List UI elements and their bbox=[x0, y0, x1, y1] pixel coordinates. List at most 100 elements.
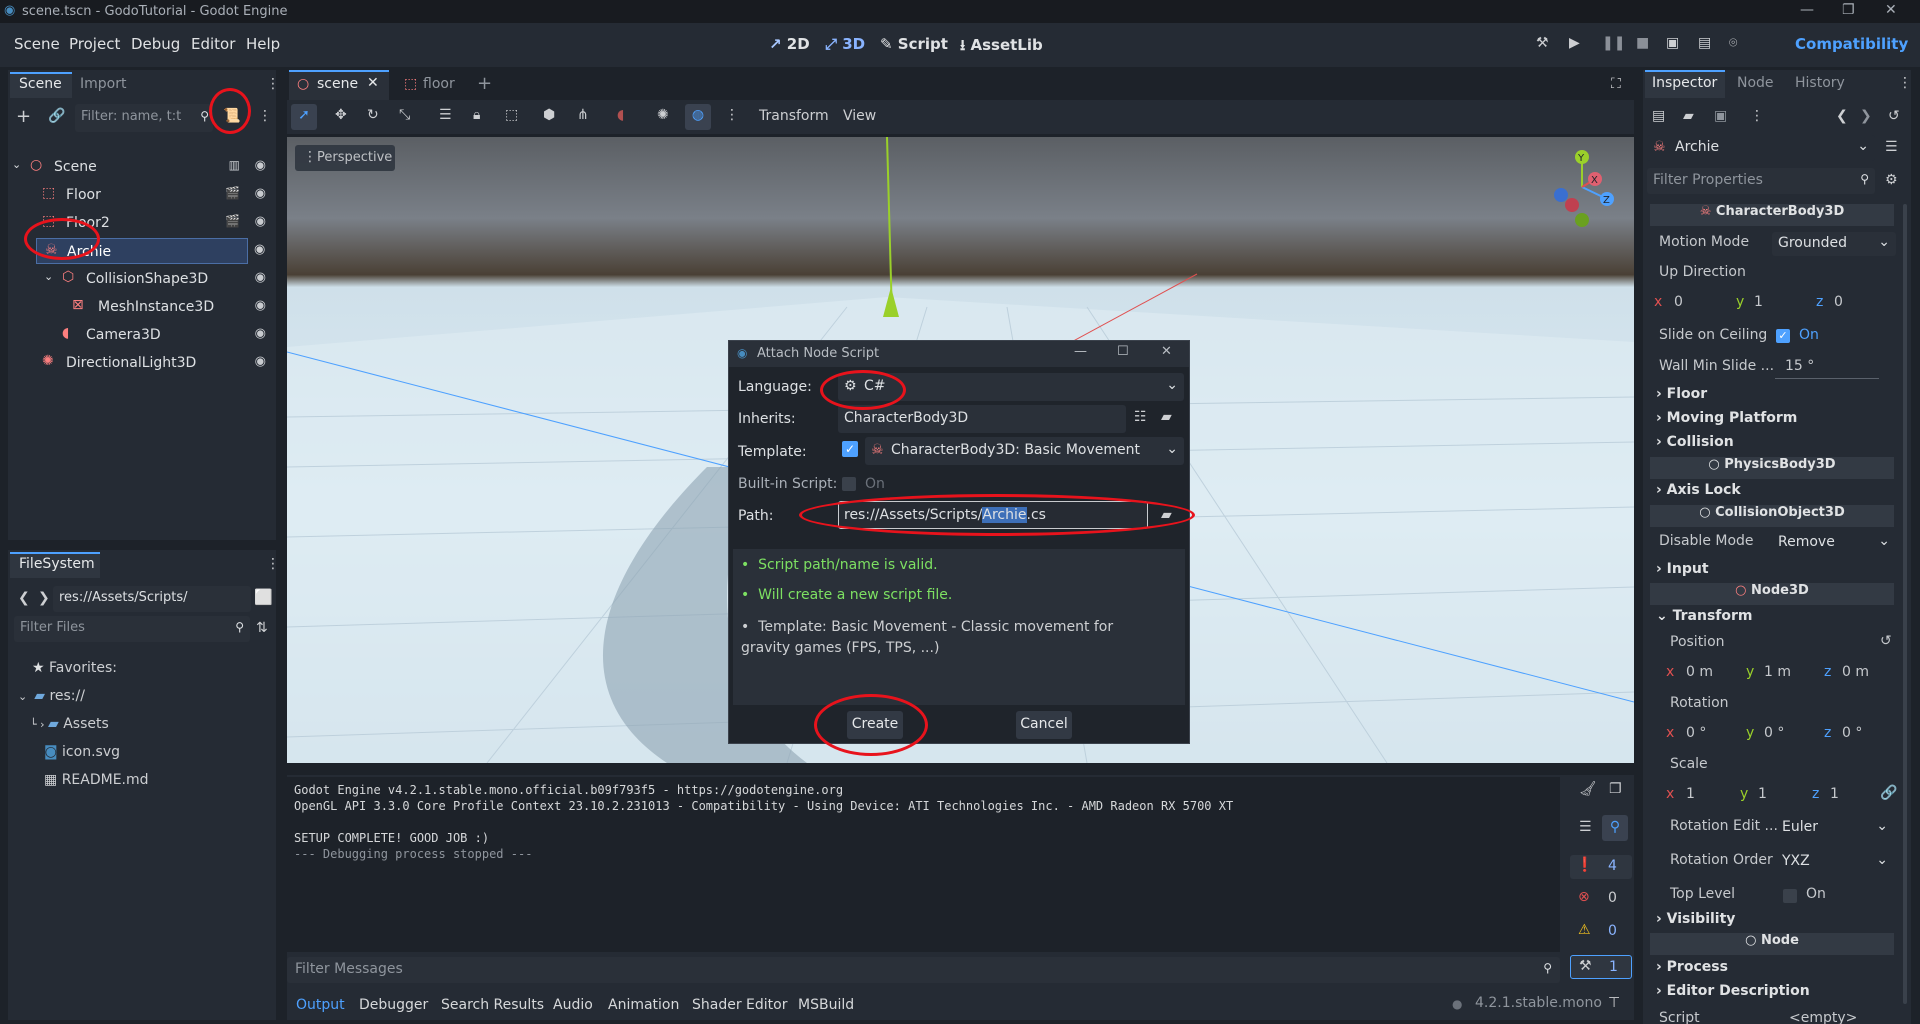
mode-script-button[interactable]: ✎ Script bbox=[880, 35, 948, 53]
minimize-icon[interactable]: — bbox=[1800, 2, 1814, 18]
play-custom-scene-icon[interactable]: ▤ bbox=[1698, 35, 1711, 51]
script-field[interactable]: <empty> bbox=[1789, 1010, 1857, 1024]
template-select[interactable]: ☠ CharacterBody3D: Basic Movement ⌄ bbox=[865, 437, 1184, 465]
visibility-eye-icon[interactable]: ◉ bbox=[255, 214, 266, 229]
other-count-badge[interactable]: ⚒ 1 bbox=[1570, 955, 1632, 979]
visibility-eye-icon[interactable]: ◉ bbox=[255, 158, 266, 173]
dock-menu-icon[interactable]: ⋮ bbox=[266, 556, 280, 572]
inspector-scrollbar[interactable] bbox=[1903, 204, 1907, 1004]
group-collision[interactable]: › Collision bbox=[1656, 434, 1734, 450]
snap-icon[interactable]: ⋔ bbox=[577, 107, 589, 123]
resource-menu-icon[interactable]: ⋮ bbox=[1750, 108, 1764, 124]
menu-editor[interactable]: Editor bbox=[191, 35, 235, 53]
renderer-select[interactable]: Compatibility bbox=[1795, 35, 1908, 53]
top-level-checkbox[interactable] bbox=[1783, 889, 1797, 903]
group-axis-lock[interactable]: › Axis Lock bbox=[1656, 482, 1741, 498]
tree-row-collisionshape3d[interactable]: ⌄ ⬡ CollisionShape3D ◉ bbox=[12, 266, 274, 292]
open-resource-icon[interactable]: ▰ bbox=[1683, 108, 1694, 124]
dock-menu-icon[interactable]: ⋮ bbox=[1898, 75, 1912, 91]
bottom-tab-shader-editor[interactable]: Shader Editor bbox=[692, 997, 787, 1013]
inspector-settings-icon[interactable]: ⚙ bbox=[1885, 172, 1898, 188]
visibility-eye-icon[interactable]: ◉ bbox=[254, 242, 265, 257]
group-process[interactable]: › Process bbox=[1656, 959, 1728, 975]
toolbar-more-icon[interactable]: ⋮ bbox=[725, 107, 739, 123]
toggle-grouping-icon[interactable]: ☰ bbox=[1579, 819, 1592, 835]
history-icon[interactable]: ↺ bbox=[1888, 108, 1900, 124]
error-count-badge[interactable]: ⊗ 0 bbox=[1570, 887, 1632, 911]
mode-2d-button[interactable]: ↗ 2D bbox=[769, 35, 810, 53]
filter-files-input[interactable]: Filter Files ⚲ bbox=[14, 616, 250, 642]
transform-menu[interactable]: Transform bbox=[759, 108, 829, 124]
history-back-icon[interactable]: ❮ bbox=[1836, 108, 1848, 124]
play-icon[interactable]: ▶ bbox=[1569, 35, 1580, 51]
history-forward-icon[interactable]: ❯ bbox=[1860, 108, 1872, 124]
group-visibility[interactable]: › Visibility bbox=[1656, 911, 1735, 927]
new-tab-icon[interactable]: + bbox=[477, 73, 492, 94]
tree-row-directionallight3d[interactable]: ✺ DirectionalLight3D ◉ bbox=[12, 350, 274, 376]
stop-icon[interactable]: ■ bbox=[1636, 35, 1649, 51]
readme-row[interactable]: ▦ README.md bbox=[44, 772, 149, 788]
list-select-icon[interactable]: ☰ bbox=[439, 107, 452, 123]
visibility-eye-icon[interactable]: ◉ bbox=[255, 186, 266, 201]
rotation-order-select[interactable]: YXZ ⌄ bbox=[1776, 850, 1894, 874]
local-space-icon[interactable]: ⬢ bbox=[543, 107, 555, 123]
section-physicsbody3d[interactable]: ○ PhysicsBody3D bbox=[1650, 457, 1894, 479]
group-editor-description[interactable]: › Editor Description bbox=[1656, 983, 1810, 999]
filesystem-path-input[interactable]: res://Assets/Scripts/ bbox=[53, 586, 251, 612]
icon-svg-row[interactable]: ◙ icon.svg bbox=[44, 744, 120, 760]
tree-row-scene[interactable]: ⌄ ○ Scene ▥ ◉ bbox=[12, 154, 274, 180]
group-floor[interactable]: › Floor bbox=[1656, 386, 1707, 402]
tab-scene[interactable]: Scene bbox=[19, 76, 62, 92]
visibility-eye-icon[interactable]: ◉ bbox=[255, 354, 266, 369]
object-props-icon[interactable]: ☰ bbox=[1885, 139, 1898, 155]
position-values[interactable]: x0 m y1 m z0 m bbox=[1666, 662, 1908, 686]
bottom-panel-toggle-icon[interactable]: ⊤ bbox=[1608, 995, 1620, 1011]
menu-debug[interactable]: Debug bbox=[131, 35, 180, 53]
template-checkbox[interactable]: ✓ bbox=[842, 441, 858, 457]
script-attached-icon[interactable]: ▥ bbox=[229, 158, 240, 172]
view-gizmo-icon[interactable]: Y X Z bbox=[1547, 147, 1617, 227]
new-resource-icon[interactable]: ▤ bbox=[1652, 108, 1665, 124]
editor-tab-scene[interactable]: scene bbox=[317, 76, 358, 92]
scene-filter-input[interactable]: Filter: name, t:t ⚲ bbox=[75, 104, 213, 132]
fullscreen-icon[interactable]: ⛶ bbox=[1611, 76, 1621, 92]
bottom-tab-msbuild[interactable]: MSBuild bbox=[798, 997, 854, 1013]
dock-menu-icon[interactable]: ⋮ bbox=[266, 76, 280, 92]
view-menu[interactable]: View bbox=[843, 108, 876, 124]
renderer-chevron-icon[interactable]: ⌄ bbox=[1897, 35, 1909, 51]
bottom-tab-output[interactable]: Output bbox=[296, 997, 345, 1013]
assets-folder-row[interactable]: └ › ▰ Assets bbox=[30, 716, 109, 732]
favorites-row[interactable]: ★ Favorites: bbox=[32, 660, 117, 676]
search-log-icon[interactable]: ⚲ bbox=[1602, 815, 1628, 841]
close-window-icon[interactable]: ✕ bbox=[1885, 2, 1897, 18]
sort-icon[interactable]: ⇅ bbox=[256, 620, 268, 636]
clear-log-icon[interactable]: 🧹︎ bbox=[1579, 781, 1597, 797]
group-input[interactable]: › Input bbox=[1656, 561, 1709, 577]
tree-row-camera3d[interactable]: ◖ Camera3D ◉ bbox=[12, 322, 274, 348]
message-count-badge[interactable]: ❗ 4 bbox=[1570, 855, 1632, 879]
dialog-minimize-icon[interactable]: — bbox=[1074, 344, 1087, 359]
camera-preview-icon[interactable]: ◖ bbox=[617, 107, 624, 123]
res-root-row[interactable]: ⌄ ▰ res:// bbox=[18, 688, 85, 704]
inherits-folder-icon[interactable]: ▰ bbox=[1161, 409, 1172, 425]
forward-icon[interactable]: ❯ bbox=[38, 590, 50, 606]
rotation-values[interactable]: x0 ° y0 ° z0 ° bbox=[1666, 723, 1908, 747]
motion-mode-select[interactable]: Grounded ⌄ bbox=[1772, 232, 1896, 256]
tree-row-floor[interactable]: ⬚ Floor 🎬 ◉ bbox=[12, 182, 274, 208]
tab-node[interactable]: Node bbox=[1737, 75, 1774, 91]
builtin-checkbox[interactable] bbox=[842, 477, 856, 491]
bottom-tab-search-results[interactable]: Search Results bbox=[441, 997, 544, 1013]
section-collisionobject3d[interactable]: ○ CollisionObject3D bbox=[1650, 505, 1894, 527]
visibility-eye-icon[interactable]: ◉ bbox=[255, 326, 266, 341]
tab-filesystem[interactable]: FileSystem bbox=[19, 556, 95, 572]
node-selector[interactable]: ☠ Archie ⌄ bbox=[1647, 135, 1875, 161]
perspective-button[interactable]: ⋮ Perspective bbox=[295, 145, 395, 171]
open-scene-icon[interactable]: 🎬 bbox=[225, 214, 240, 228]
save-resource-icon[interactable]: ▣ bbox=[1714, 108, 1727, 124]
tab-history[interactable]: History bbox=[1795, 75, 1845, 91]
open-scene-icon[interactable]: 🎬 bbox=[225, 186, 240, 200]
dialog-maximize-icon[interactable]: ☐ bbox=[1117, 344, 1129, 359]
bottom-tab-debugger[interactable]: Debugger bbox=[359, 997, 428, 1013]
environment-icon[interactable]: ◍ bbox=[685, 104, 711, 130]
rotate-tool-icon[interactable]: ↻ bbox=[367, 107, 379, 123]
